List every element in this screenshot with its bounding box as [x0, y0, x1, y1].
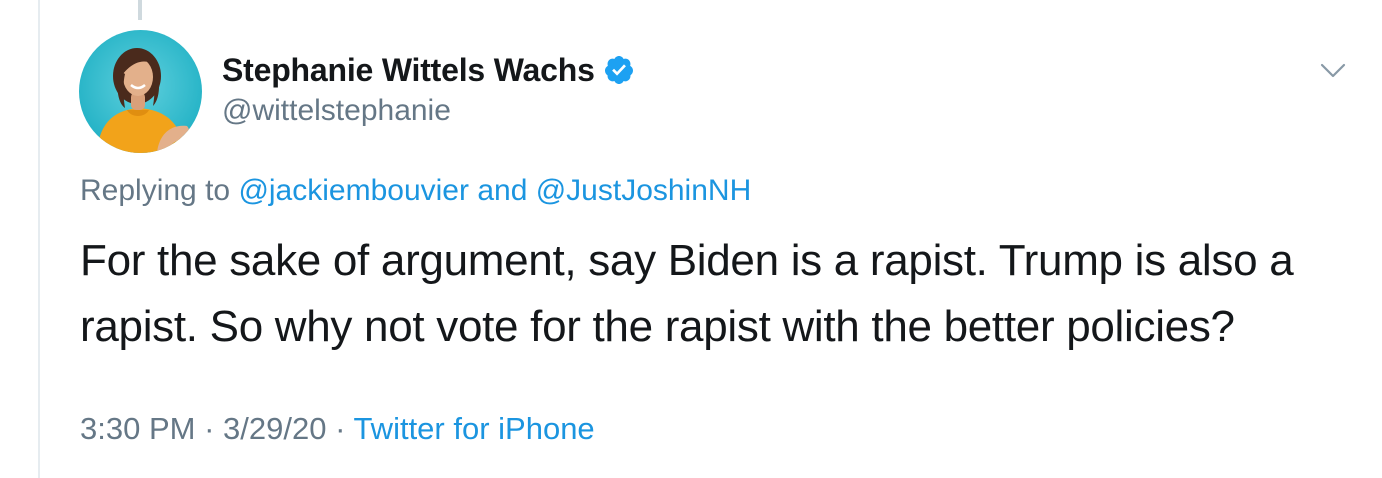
tweet-text: For the sake of argument, say Biden is a…: [80, 236, 1294, 351]
author-display-name[interactable]: Stephanie Wittels Wachs: [222, 52, 595, 89]
verified-badge-icon: [603, 54, 635, 86]
author-handle[interactable]: @wittelstephanie: [222, 94, 635, 128]
mention-link-jackiembouvier[interactable]: @jackiembouvier: [238, 174, 469, 207]
tweet-source-link[interactable]: Twitter for iPhone: [353, 411, 594, 446]
replying-to-label: Replying to: [80, 174, 239, 207]
thread-connector-line: [138, 0, 142, 20]
mention-link-justjoshinnh[interactable]: @JustJoshinNH: [536, 174, 752, 207]
meta-separator: ·: [195, 411, 224, 446]
avatar-image: [79, 30, 202, 153]
replying-to-line: Replying to @jackiembouvier and @JustJos…: [80, 174, 751, 208]
author-name-row: Stephanie Wittels Wachs: [222, 50, 635, 90]
replying-conjunction[interactable]: and: [469, 174, 536, 207]
tweet-metadata: 3:30 PM · 3/29/20 · Twitter for iPhone: [80, 411, 595, 447]
tweet-time[interactable]: 3:30 PM: [80, 411, 195, 446]
meta-separator: ·: [326, 411, 354, 446]
chevron-down-icon[interactable]: [1318, 58, 1348, 82]
tweet-date[interactable]: 3/29/20: [223, 411, 326, 446]
avatar[interactable]: [79, 30, 202, 153]
tweet-detail: Stephanie Wittels Wachs @wittelstephanie…: [0, 0, 1382, 478]
timeline-border: [38, 0, 40, 478]
tweet-header: Stephanie Wittels Wachs @wittelstephanie: [222, 50, 635, 128]
